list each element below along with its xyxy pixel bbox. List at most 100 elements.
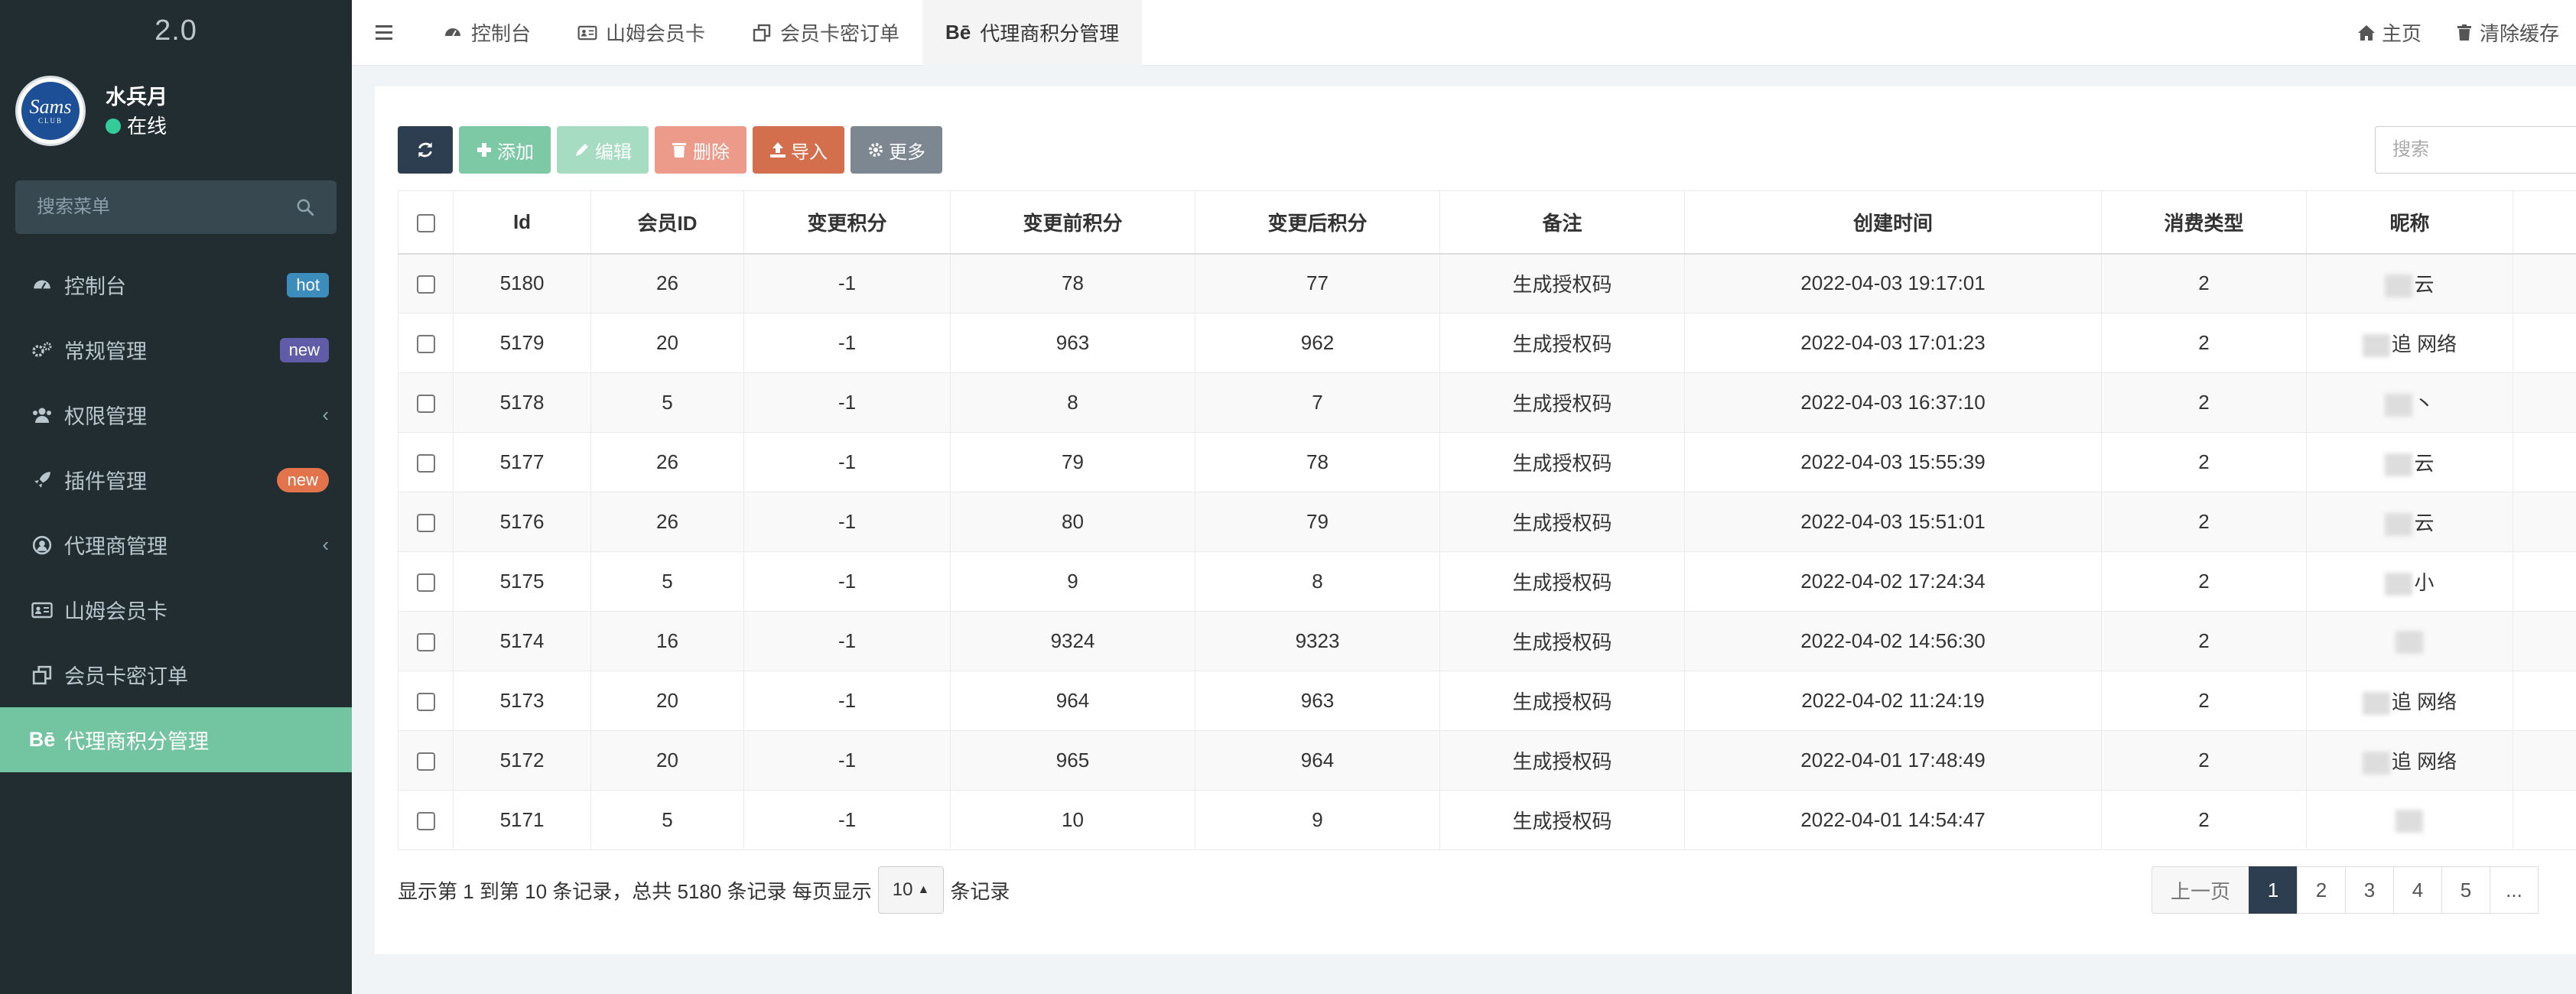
dashboard-icon <box>31 274 54 297</box>
table-row[interactable]: 5173 20 -1 964 963 生成授权码 2022-04-02 11:24:19 2 追… <box>398 671 2576 731</box>
cell-created: 2022-04-01 14:54:47 <box>1684 790 2102 850</box>
cell-nickname: 小 <box>2306 551 2513 612</box>
search-icon[interactable] <box>295 197 315 217</box>
trash-icon <box>672 141 688 158</box>
tab-agent-points[interactable]: Bē 代理商积分管理 <box>922 0 1143 66</box>
table-row[interactable]: 5176 26 -1 80 79 生成授权码 2022-04-03 15:51:01 2 云 <box>398 492 2576 552</box>
sidebar-item-card-orders[interactable]: 会员卡密订单 <box>0 642 352 707</box>
table-search-input[interactable] <box>2375 126 2576 174</box>
add-button[interactable]: 添加 <box>459 126 551 174</box>
page-button[interactable]: 1 <box>2249 866 2298 914</box>
nickname-text: 小 <box>2414 570 2435 594</box>
home-link[interactable]: 主页 <box>2340 18 2438 47</box>
row-checkbox[interactable] <box>416 693 435 712</box>
page-size-suffix: 条记录 <box>950 879 1010 903</box>
cell-nickname <box>2306 611 2513 671</box>
id-card-icon <box>577 22 598 44</box>
table-row[interactable]: 5171 5 -1 10 9 生成授权码 2022-04-01 14:54:47 2 <box>398 790 2576 850</box>
tab-card-orders[interactable]: 会员卡密订单 <box>728 0 922 66</box>
import-button[interactable]: 导入 <box>753 126 844 174</box>
more-button[interactable]: 更多 <box>851 126 942 174</box>
clone-icon <box>751 22 772 44</box>
sidebar-item-general[interactable]: 常规管理 new <box>0 317 352 382</box>
trash-icon <box>2457 24 2471 41</box>
redacted-mark <box>2385 274 2413 298</box>
sidebar-item-agents[interactable]: 代理商管理 ‹ <box>0 512 352 577</box>
sidebar-item-permissions[interactable]: 权限管理 ‹ <box>0 382 352 447</box>
cell-change: -1 <box>743 492 951 552</box>
cell-type: 2 <box>2101 372 2307 433</box>
cell-id: 5178 <box>453 372 591 433</box>
sidebar-toggle-button[interactable] <box>352 0 419 66</box>
column-header[interactable]: Id <box>453 190 591 255</box>
row-checkbox[interactable] <box>416 454 435 473</box>
column-header[interactable]: 消费类型 <box>2101 190 2307 255</box>
row-checkbox[interactable] <box>416 812 435 831</box>
cell-nickname: 追 网络 <box>2306 730 2513 791</box>
table-row[interactable]: 5172 20 -1 965 964 生成授权码 2022-04-01 17:48:49 2 追… <box>398 730 2576 791</box>
table-row[interactable]: 5178 5 -1 8 7 生成授权码 2022-04-03 16:37:10 2 丶 <box>398 372 2576 433</box>
sidebar-search-input[interactable] <box>37 197 295 218</box>
row-checkbox[interactable] <box>416 395 435 414</box>
group-icon <box>31 404 54 427</box>
row-checkbox[interactable] <box>416 514 435 533</box>
column-header[interactable]: 变更积分 <box>743 190 951 255</box>
home-icon <box>2357 24 2375 41</box>
caret-up-icon: ▲ <box>917 883 930 896</box>
extra-column-header <box>2513 190 2576 255</box>
sidebar-item-dashboard[interactable]: 控制台 hot <box>0 252 352 317</box>
cell-member-id: 20 <box>590 671 744 731</box>
cell-id: 5173 <box>453 671 591 731</box>
select-all-checkbox[interactable] <box>416 213 435 232</box>
page-button[interactable]: 2 <box>2297 866 2347 914</box>
cell-before: 964 <box>950 671 1195 731</box>
column-header[interactable]: 变更后积分 <box>1195 190 1440 255</box>
cell-created: 2022-04-02 11:24:19 <box>1684 671 2102 731</box>
points-table: Id 会员ID 变更积分 变更前积分 变更后积分 备注 创建时间 消费类型 昵称… <box>398 190 2576 850</box>
cell-change: -1 <box>743 253 951 313</box>
table-row[interactable]: 5179 20 -1 963 962 生成授权码 2022-04-03 17:01:23 2 追… <box>398 313 2576 373</box>
cell-before: 10 <box>950 790 1195 850</box>
cell-after: 964 <box>1195 730 1440 791</box>
prev-page-button[interactable]: 上一页 <box>2152 866 2250 914</box>
delete-button[interactable]: 删除 <box>655 126 746 174</box>
page-button[interactable]: 4 <box>2393 866 2443 914</box>
row-checkbox[interactable] <box>416 633 435 652</box>
topbar: 控制台 山姆会员卡 会员卡密订单 Bē 代理商积分管理 主页 清除缓存 <box>352 0 2576 66</box>
redacted-mark <box>2395 630 2423 654</box>
edit-button[interactable]: 编辑 <box>557 126 649 174</box>
tab-dashboard[interactable]: 控制台 <box>419 0 554 66</box>
row-checkbox[interactable] <box>416 335 435 354</box>
page-button[interactable]: 5 <box>2441 866 2491 914</box>
sidebar-item-plugins[interactable]: 插件管理 new <box>0 447 352 512</box>
clear-cache-link[interactable]: 清除缓存 <box>2438 18 2576 47</box>
tab-label: 代理商积分管理 <box>980 22 1120 45</box>
tab-sams-card[interactable]: 山姆会员卡 <box>554 0 728 66</box>
row-checkbox[interactable] <box>416 275 435 294</box>
column-header[interactable]: 昵称 <box>2306 190 2513 255</box>
page-size-dropdown[interactable]: 10 ▲ <box>877 866 945 914</box>
sams-club-logo: Sams CLUB <box>21 82 80 140</box>
table-row[interactable]: 5174 16 -1 9324 9323 生成授权码 2022-04-02 14:56:30… <box>398 611 2576 671</box>
row-checkbox[interactable] <box>416 573 435 593</box>
refresh-button[interactable] <box>398 126 453 174</box>
cell-id: 5176 <box>453 492 591 552</box>
refresh-icon <box>418 142 432 158</box>
table-row[interactable]: 5180 26 -1 78 77 生成授权码 2022-04-03 19:17:01 2 云 <box>398 253 2576 313</box>
page-button[interactable]: 3 <box>2345 866 2395 914</box>
toolbar: 添加 编辑 删除 导入 更多 <box>398 126 948 174</box>
sidebar-item-sams-card[interactable]: 山姆会员卡 <box>0 577 352 642</box>
column-header[interactable]: 会员ID <box>590 190 744 255</box>
column-header[interactable]: 创建时间 <box>1684 190 2102 255</box>
cell-created: 2022-04-02 17:24:34 <box>1684 551 2102 612</box>
table-row[interactable]: 5177 26 -1 79 78 生成授权码 2022-04-03 15:55:39 2 云 <box>398 432 2576 492</box>
cell-remark: 生成授权码 <box>1439 253 1685 313</box>
redacted-mark <box>2362 752 2390 775</box>
avatar-text: Sams <box>29 96 72 118</box>
table-row[interactable]: 5175 5 -1 9 8 生成授权码 2022-04-02 17:24:34 2 小 <box>398 551 2576 612</box>
cell-id: 5172 <box>453 730 591 791</box>
column-header[interactable]: 变更前积分 <box>950 190 1195 255</box>
row-checkbox[interactable] <box>416 752 435 771</box>
column-header[interactable]: 备注 <box>1439 190 1685 255</box>
sidebar-item-agent-points[interactable]: Bē 代理商积分管理 <box>0 707 352 772</box>
